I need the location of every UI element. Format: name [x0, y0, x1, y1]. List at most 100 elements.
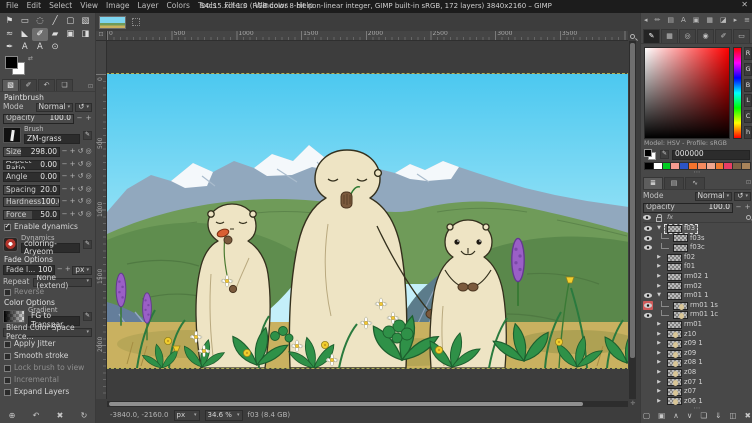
ruler-corner-button[interactable]: ⊡: [96, 31, 107, 41]
increase-button[interactable]: +: [69, 198, 76, 206]
tool-free-select[interactable]: ◌: [32, 15, 47, 28]
tool-measure[interactable]: ╱: [48, 15, 63, 28]
dock-brushes[interactable]: ✏: [655, 17, 661, 25]
layer-name[interactable]: f01: [684, 263, 695, 270]
dock-prev[interactable]: ◂: [644, 17, 648, 25]
expander-icon[interactable]: ▶: [655, 255, 663, 261]
duplicate-layer-button[interactable]: ❏: [700, 412, 707, 420]
layer-visibility-toggle[interactable]: [643, 272, 653, 281]
visibility-column-icon[interactable]: [643, 215, 651, 220]
layer-name[interactable]: z09 1: [684, 340, 703, 347]
expander-icon[interactable]: ▶: [655, 370, 663, 376]
lock-icon[interactable]: [656, 217, 662, 222]
layer-row[interactable]: f03c: [641, 243, 752, 253]
tool-text[interactable]: A: [17, 41, 32, 54]
dock-patterns[interactable]: ▤: [667, 17, 674, 25]
slider[interactable]: Spacing 20.0: [3, 185, 60, 195]
increase-button[interactable]: +: [69, 186, 76, 194]
layer-thumbnail[interactable]: [667, 273, 682, 281]
merge-layer-button[interactable]: ◫: [730, 412, 737, 420]
reverse-checkbox[interactable]: ✓: [4, 289, 11, 296]
option-checkbox-row[interactable]: ✓ Smooth stroke: [0, 351, 95, 363]
layer-row[interactable]: ▼ f03: [641, 224, 752, 234]
tool-alignment[interactable]: ⚑: [2, 15, 17, 28]
dial-icon[interactable]: ◎: [85, 186, 92, 194]
option-checkbox-row[interactable]: ✓ Incremental: [0, 375, 95, 387]
layer-name[interactable]: f03c: [690, 244, 705, 251]
layer-name[interactable]: z10: [684, 331, 696, 338]
foreground-color-swatch[interactable]: [5, 56, 18, 69]
layer-thumbnail[interactable]: [673, 234, 688, 242]
tab-paths[interactable]: ∿: [685, 177, 705, 189]
expander-icon[interactable]: ▶: [655, 351, 663, 357]
dial-icon[interactable]: ◎: [85, 161, 92, 169]
layer-thumbnail[interactable]: [673, 244, 688, 252]
layer-thumbnail[interactable]: [673, 302, 688, 310]
layer-name[interactable]: rm02 1: [684, 273, 708, 280]
color-swatch[interactable]: [741, 162, 751, 170]
tool-paintbrush[interactable]: ✐: [32, 28, 47, 41]
reset-icon[interactable]: ↺: [77, 173, 84, 181]
slider[interactable]: Aspect Ratio 0.00: [3, 160, 60, 170]
layer-thumbnail[interactable]: [667, 292, 682, 300]
increase-button[interactable]: +: [69, 161, 76, 169]
layer-visibility-toggle[interactable]: [643, 397, 653, 406]
layer-opacity-increase[interactable]: +: [744, 204, 751, 212]
reset-icon[interactable]: ↺: [77, 148, 84, 156]
brush-thumbnail[interactable]: [3, 127, 21, 143]
delete-preset-button[interactable]: ✖: [57, 412, 64, 421]
layer-visibility-toggle[interactable]: [643, 243, 653, 252]
tab-tool-options[interactable]: ▧: [2, 79, 19, 91]
fade-length-slider[interactable]: Fade l... 100: [3, 265, 55, 275]
layer-row[interactable]: f03s: [641, 234, 752, 244]
reset-icon[interactable]: ↺: [77, 198, 84, 206]
tab-watercolor[interactable]: ✐: [715, 29, 732, 43]
layer-name[interactable]: rm01: [684, 321, 702, 328]
mode-select[interactable]: Normal▾: [36, 103, 74, 112]
enable-dynamics-row[interactable]: ✓ Enable dynamics: [0, 221, 95, 233]
dock-fonts[interactable]: A: [681, 17, 686, 25]
edit-gradient-icon[interactable]: ✎: [83, 312, 92, 321]
layer-thumbnail[interactable]: [667, 254, 682, 262]
hue-strip[interactable]: [733, 47, 742, 139]
layer-name[interactable]: z07 1: [684, 379, 703, 386]
zoom-select[interactable]: 34.6 %▾: [205, 410, 243, 421]
layer-visibility-toggle[interactable]: [643, 224, 653, 233]
reset-tool-button[interactable]: ↻: [81, 412, 88, 421]
option-checkbox-row[interactable]: ✓ Lock brush to view: [0, 363, 95, 375]
layer-row[interactable]: ▶ z07 1: [641, 378, 752, 388]
tool-text-2[interactable]: A: [32, 41, 47, 54]
mini-fg-bg-swatch[interactable]: [644, 149, 657, 160]
layer-visibility-toggle[interactable]: [643, 359, 653, 368]
swap-colors-icon[interactable]: ⇄: [28, 56, 33, 63]
opacity-decrease-button[interactable]: −: [76, 115, 83, 123]
tool-eraser[interactable]: ▰: [48, 28, 63, 41]
increase-button[interactable]: +: [69, 211, 76, 219]
reset-icon[interactable]: ↺: [77, 186, 84, 194]
expander-icon[interactable]: ▶: [655, 284, 663, 290]
save-preset-button[interactable]: ⊕: [9, 412, 16, 421]
raise-layer-button[interactable]: ∧: [673, 412, 679, 420]
layer-thumbnail[interactable]: [673, 311, 688, 319]
expander-icon[interactable]: ▶: [655, 380, 663, 386]
layer-row[interactable]: rm01 1s: [641, 301, 752, 311]
layer-thumbnail[interactable]: [667, 378, 682, 386]
tab-undo-history[interactable]: ↶: [38, 79, 55, 91]
edit-brush-icon[interactable]: ✎: [83, 131, 92, 140]
color-select-square[interactable]: [644, 47, 730, 139]
layer-row[interactable]: ▶ z08: [641, 368, 752, 378]
slider[interactable]: Size 298.00: [3, 147, 60, 157]
close-icon[interactable]: ✕: [741, 1, 748, 10]
option-checkbox[interactable]: ✓: [4, 341, 11, 348]
layer-row[interactable]: ▶ z08 1: [641, 358, 752, 368]
tab-menu-icon[interactable]: ⊡: [746, 180, 751, 189]
effects-icon[interactable]: fx: [667, 214, 673, 221]
menu-item[interactable]: File: [2, 2, 23, 10]
decrease-button[interactable]: −: [61, 161, 68, 169]
reset-icon[interactable]: ↺: [77, 161, 84, 169]
slider[interactable]: Angle 0.00: [3, 172, 60, 182]
tool-warp[interactable]: ≈: [2, 28, 17, 41]
dynamics-thumbnail[interactable]: [3, 237, 18, 252]
layer-row[interactable]: rm01 1c: [641, 310, 752, 320]
tab-wheel[interactable]: ◎: [679, 29, 696, 43]
